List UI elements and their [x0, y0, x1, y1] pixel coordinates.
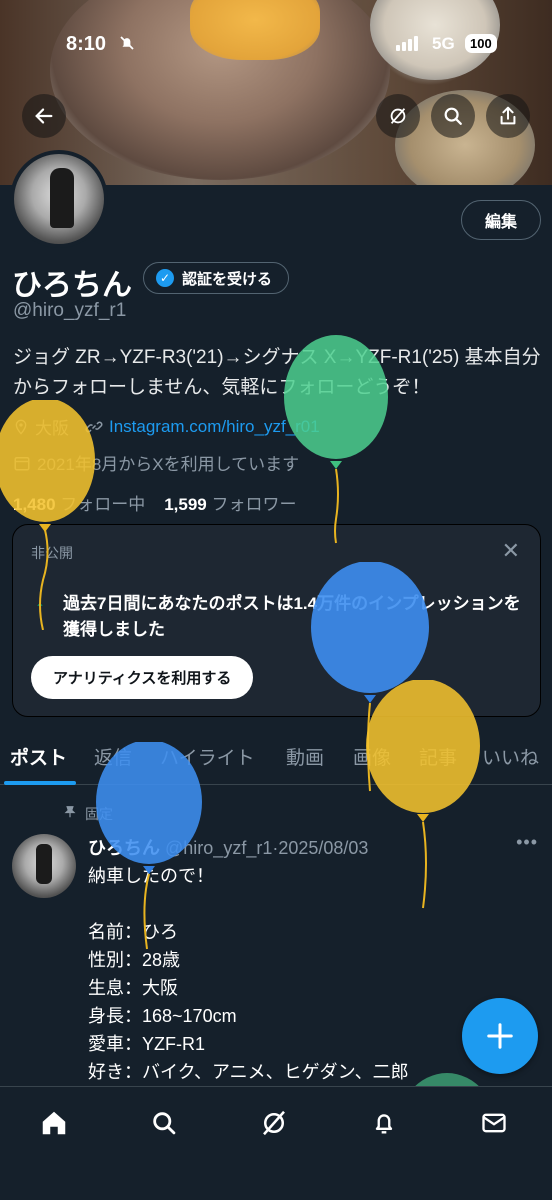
edit-profile-button[interactable]: 編集 [461, 200, 541, 240]
grok-icon [390, 108, 406, 124]
post-text: 納車したので！ 名前：ひろ 性別：28歳 生息：大阪 身長：168~170cm … [88, 862, 409, 1086]
network-type: 5G [432, 34, 455, 53]
impressions-card: 非公開 ✕ ↑ 過去7日間にあなたのポストは1.4万件のインプレッションを獲得し… [12, 524, 541, 717]
grok-button[interactable] [376, 94, 420, 138]
followers-link[interactable]: 1,599 フォロワー [164, 495, 296, 514]
silent-bell-icon [118, 34, 136, 57]
profile-avatar[interactable] [10, 150, 108, 248]
active-tab-indicator [4, 781, 76, 785]
profile-location: 大阪 [35, 419, 69, 438]
status-bar: 8:10 5G 100 [0, 30, 552, 60]
nav-home[interactable] [34, 1103, 74, 1143]
profile-link[interactable]: Instagram.com/hiro_yzf_r01 [109, 417, 320, 437]
nav-notifications[interactable] [364, 1103, 404, 1143]
more-options-icon[interactable]: ••• [516, 832, 538, 853]
post-line [88, 890, 409, 918]
profile-handle: @hiro_yzf_r1 [13, 300, 127, 321]
signal-icon [396, 36, 418, 51]
arrow-up-icon: ↑ [35, 597, 45, 619]
search-icon [444, 107, 462, 125]
tab-articles[interactable]: 記事 [419, 743, 457, 770]
nav-messages[interactable] [474, 1103, 514, 1143]
battery-level: 100 [465, 34, 497, 53]
back-button[interactable] [22, 94, 66, 138]
search-profile-button[interactable] [431, 94, 475, 138]
post-line: 身長：168~170cm [88, 1006, 237, 1026]
status-time: 8:10 [66, 33, 107, 55]
tab-likes[interactable]: いいね [482, 743, 539, 770]
get-verified-label: 認証を受ける [182, 270, 273, 288]
mail-icon [482, 1113, 506, 1133]
close-icon[interactable]: ✕ [502, 538, 520, 564]
follow-counts: 1,480 フォロー中 1,599 フォロワー [13, 490, 296, 515]
calendar-icon [14, 456, 30, 470]
following-link[interactable]: 1,480 フォロー中 [13, 495, 145, 514]
search-icon [153, 1112, 176, 1135]
profile-tabs: ポスト 返信 ハイライト 動画 画像 記事 いいね [0, 727, 552, 785]
compose-post-button[interactable] [462, 998, 538, 1074]
tab-images[interactable]: 画像 [353, 743, 391, 770]
home-icon [42, 1111, 66, 1135]
profile-joined: 2021年8月からXを利用しています [13, 450, 299, 475]
share-button[interactable] [486, 94, 530, 138]
tab-replies[interactable]: 返信 [94, 743, 132, 770]
bottom-navigation [0, 1086, 552, 1200]
nav-grok[interactable] [254, 1103, 294, 1143]
post-line: 性別：28歳 [88, 950, 181, 970]
pinned-indicator: 固定 [63, 804, 113, 824]
post-line: 生息：大阪 [88, 978, 178, 998]
arrow-left-icon [35, 108, 53, 124]
pin-icon [64, 806, 76, 818]
profile-meta: 大阪 Instagram.com/hiro_yzf_r01 [13, 414, 320, 439]
avatar-figure [50, 168, 74, 228]
impressions-message: 過去7日間にあなたのポストは1.4万件のインプレッションを獲得しました [63, 594, 521, 639]
plus-icon [487, 1023, 513, 1049]
analytics-button[interactable]: アナリティクスを利用する [31, 656, 254, 699]
nav-explore[interactable] [144, 1103, 184, 1143]
private-label: 非公開 [31, 545, 73, 561]
tab-highlights[interactable]: ハイライト [160, 743, 255, 770]
location-pin-icon [15, 419, 27, 435]
post-header: ひろちん @hiro_yzf_r1·2025/08/03 [88, 834, 368, 860]
bell-icon [375, 1114, 393, 1134]
post-author[interactable]: ひろちん [88, 838, 160, 858]
joined-text: 2021年8月からXを利用しています [37, 455, 300, 474]
link-icon [85, 421, 103, 432]
post-line: 好き：バイク、アニメ、ヒゲダン、二郎 [88, 1062, 409, 1082]
post-avatar[interactable] [12, 834, 76, 898]
get-verified-button[interactable]: ✓ 認証を受ける [143, 262, 290, 294]
post-line: 名前：ひろ [88, 922, 178, 942]
share-icon [500, 106, 516, 125]
tab-videos[interactable]: 動画 [286, 743, 324, 770]
post-handle-date: @hiro_yzf_r1·2025/08/03 [165, 838, 369, 858]
tab-posts[interactable]: ポスト [10, 743, 67, 770]
post-line: 愛車：YZF-R1 [88, 1034, 205, 1054]
verified-badge-icon: ✓ [156, 269, 174, 287]
profile-name: ひろちん [12, 269, 132, 302]
post-line: 納車したので！ [88, 866, 214, 886]
profile-bio: ジョグ ZR→YZF-R3('21)→シグナス X→YZF-R1('25) 基本… [13, 347, 541, 398]
grok-icon [263, 1110, 285, 1136]
